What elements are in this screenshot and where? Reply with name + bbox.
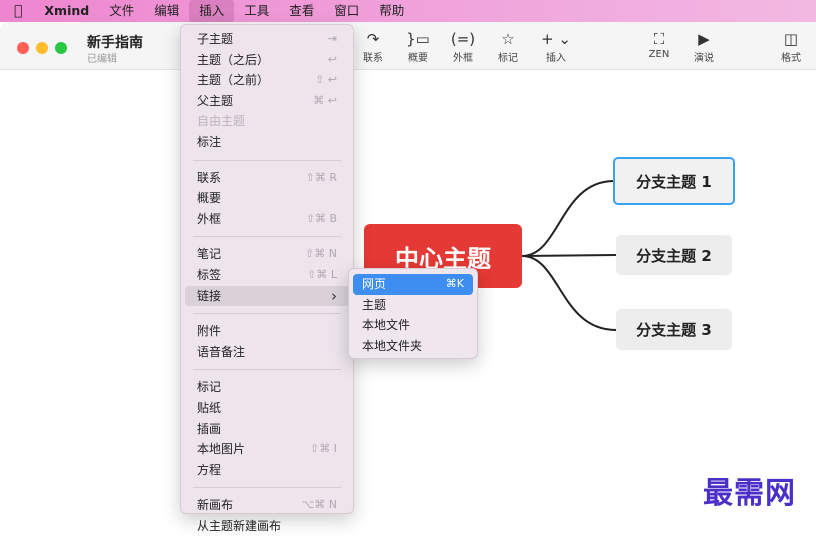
menu-item-label: 标记 bbox=[197, 377, 221, 398]
menu-item[interactable]: 贴纸 bbox=[185, 398, 349, 419]
menu-item-label: 主题（之前） bbox=[197, 70, 269, 91]
shortcut: ⇧⌘ B bbox=[306, 209, 337, 230]
menu-item[interactable]: 从主题新建画布 bbox=[185, 516, 349, 536]
menu-item[interactable]: 概要 bbox=[185, 188, 349, 209]
shortcut: ⇧⌘ I bbox=[310, 439, 337, 460]
shortcut: ⇧⌘ R bbox=[306, 168, 337, 189]
menu-separator bbox=[193, 369, 341, 370]
shortcut: ⇧⌘ L bbox=[307, 265, 337, 286]
menu-item[interactable]: 方程 bbox=[185, 460, 349, 481]
menu-item-label: 从主题新建画布 bbox=[197, 516, 281, 536]
menu-item[interactable]: 本地文件 bbox=[353, 315, 473, 336]
shortcut: ⌘K bbox=[446, 274, 464, 295]
menu-item-label: 笔记 bbox=[197, 244, 221, 265]
shortcut: ⌥⌘ N bbox=[302, 495, 337, 516]
menu-item[interactable]: 标注 bbox=[185, 132, 349, 153]
menu-item-label: 链接 bbox=[197, 286, 221, 307]
menu-item-label: 概要 bbox=[197, 188, 221, 209]
menu-item-label: 外框 bbox=[197, 209, 221, 230]
menu-item[interactable]: 主题 bbox=[353, 295, 473, 316]
menu-item-label: 贴纸 bbox=[197, 398, 221, 419]
menu-item[interactable]: 标记 bbox=[185, 377, 349, 398]
menu-item[interactable]: 标签 ⇧⌘ L bbox=[185, 265, 349, 286]
branch-topic-2[interactable]: 分支主题 2 bbox=[616, 235, 732, 275]
shortcut: ↩ bbox=[328, 50, 337, 71]
shortcut: ⇧⌘ N bbox=[305, 244, 337, 265]
chevron-right-icon: › bbox=[331, 286, 337, 307]
branch-topic-1[interactable]: 分支主题 1 bbox=[613, 157, 735, 205]
menu-item[interactable]: 插画 bbox=[185, 419, 349, 440]
menu-item-label: 方程 bbox=[197, 460, 221, 481]
menu-item-label: 本地图片 bbox=[197, 439, 245, 460]
connector-3 bbox=[522, 256, 616, 330]
menu-item[interactable]: 网页 ⌘K bbox=[353, 274, 473, 295]
menu-item-label: 子主题 bbox=[197, 29, 233, 50]
menu-item-label: 语音备注 bbox=[197, 342, 245, 363]
shortcut: ⌘ ↩ bbox=[313, 91, 337, 112]
menu-item-label: 父主题 bbox=[197, 91, 233, 112]
menu-separator bbox=[193, 313, 341, 314]
shortcut: ⇥ bbox=[328, 29, 337, 50]
shortcut: ⇧ ↩ bbox=[315, 70, 337, 91]
menu-item[interactable]: 本地图片 ⇧⌘ I bbox=[185, 439, 349, 460]
insert-menu: 子主题 ⇥ 主题（之后） ↩ 主题（之前） ⇧ ↩ 父主题 ⌘ ↩ 自由主题标注联系 ⇧⌘ R 概要… bbox=[180, 24, 354, 514]
menu-item[interactable]: 主题（之前） ⇧ ↩ bbox=[185, 70, 349, 91]
menu-item-label: 新画布 bbox=[197, 495, 233, 516]
menu-item-label: 标签 bbox=[197, 265, 221, 286]
menu-item[interactable]: 链接 › bbox=[185, 286, 349, 307]
connector-1 bbox=[522, 181, 614, 256]
menu-item-label: 本地文件夹 bbox=[362, 336, 422, 357]
menu-item-label: 本地文件 bbox=[362, 315, 410, 336]
menu-item: 自由主题 bbox=[185, 111, 349, 132]
menu-item[interactable]: 外框 ⇧⌘ B bbox=[185, 209, 349, 230]
menu-item-label: 联系 bbox=[197, 168, 221, 189]
menu-item-label: 主题 bbox=[362, 295, 386, 316]
menu-item[interactable]: 笔记 ⇧⌘ N bbox=[185, 244, 349, 265]
menu-item[interactable]: 子主题 ⇥ bbox=[185, 29, 349, 50]
menu-item[interactable]: 语音备注 bbox=[185, 342, 349, 363]
menu-item-label: 标注 bbox=[197, 132, 221, 153]
menu-item-label: 附件 bbox=[197, 321, 221, 342]
menu-item-label: 网页 bbox=[362, 274, 386, 295]
menu-separator bbox=[193, 236, 341, 237]
menu-item[interactable]: 本地文件夹 bbox=[353, 336, 473, 357]
menu-item[interactable]: 父主题 ⌘ ↩ bbox=[185, 91, 349, 112]
watermark: 最需网 bbox=[703, 468, 796, 512]
menu-item[interactable]: 主题（之后） ↩ bbox=[185, 50, 349, 71]
menu-separator bbox=[193, 487, 341, 488]
menu-item-label: 插画 bbox=[197, 419, 221, 440]
branch-topic-3[interactable]: 分支主题 3 bbox=[616, 309, 732, 350]
menu-item[interactable]: 新画布 ⌥⌘ N bbox=[185, 495, 349, 516]
menu-item[interactable]: 联系 ⇧⌘ R bbox=[185, 168, 349, 189]
menu-item-label: 主题（之后） bbox=[197, 50, 269, 71]
menu-item[interactable]: 附件 bbox=[185, 321, 349, 342]
connector-2 bbox=[522, 255, 616, 256]
link-submenu: 网页 ⌘K 主题本地文件本地文件夹 bbox=[348, 268, 478, 359]
menu-item-label: 自由主题 bbox=[197, 111, 245, 132]
menu-separator bbox=[193, 160, 341, 161]
